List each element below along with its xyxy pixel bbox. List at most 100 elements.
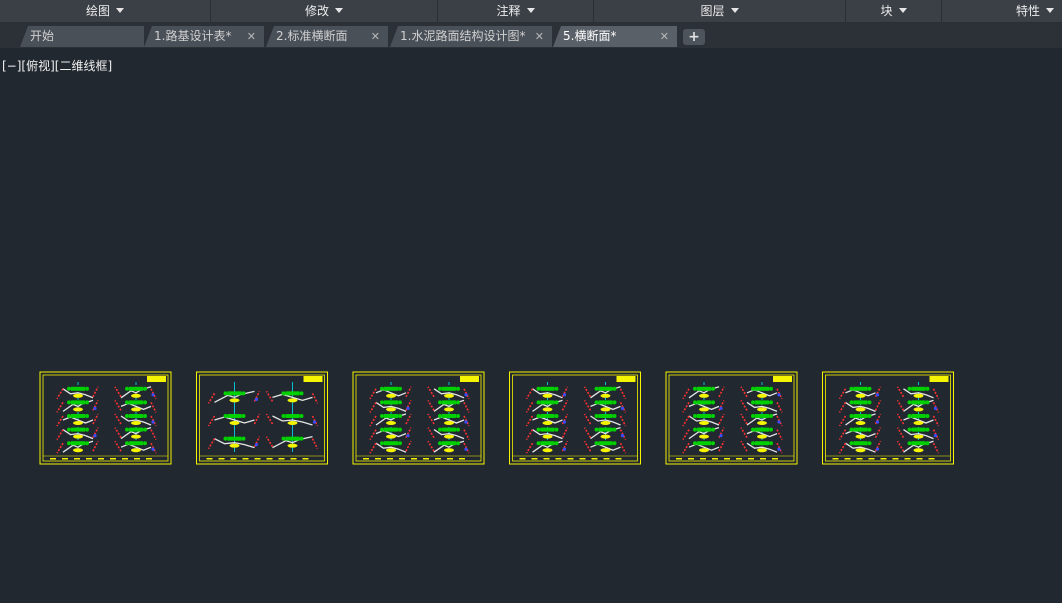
road-fill (907, 427, 912, 432)
slope-line (718, 413, 725, 425)
marker (620, 434, 625, 438)
road-fill (925, 427, 930, 432)
road-fill (769, 441, 773, 446)
slope-line (369, 401, 377, 413)
road-fill (129, 400, 143, 405)
elevation-label (600, 448, 611, 453)
road-fill (540, 441, 555, 446)
title-block-text (459, 458, 465, 460)
road-fill (907, 441, 912, 446)
cross-section-sheet (665, 371, 798, 465)
slope-line (405, 413, 412, 425)
sheet-label-box (303, 376, 323, 382)
road-fill (227, 391, 242, 396)
title-block-text (880, 458, 887, 460)
marker (562, 447, 567, 451)
title-block-text (206, 458, 213, 460)
elevation-label (757, 448, 767, 453)
road-fill (299, 436, 304, 441)
road-fill (925, 441, 930, 446)
title-block-text (688, 458, 694, 460)
title-block-text (567, 458, 574, 460)
slope-line (427, 413, 435, 425)
road-fill (769, 414, 773, 418)
road-fill (71, 386, 85, 391)
road-fill (911, 427, 926, 432)
slope-line (583, 399, 592, 411)
drawing-canvas[interactable] (0, 0, 1062, 603)
elevation-label (699, 407, 709, 412)
elevation-label (600, 393, 611, 398)
title-block-text (399, 458, 405, 460)
road-fill (67, 414, 71, 418)
slope-line (838, 429, 847, 441)
title-block-text (904, 458, 911, 460)
sheet-label-box (773, 376, 792, 382)
title-block-text (423, 458, 429, 460)
slope-line (525, 442, 534, 454)
title-block-text (122, 458, 128, 460)
marker (254, 443, 259, 447)
road-fill (285, 414, 300, 418)
road-fill (697, 414, 711, 418)
road-fill (598, 427, 613, 432)
slope-line (253, 413, 261, 425)
elevation-label (542, 434, 553, 439)
elevation-label (699, 448, 709, 453)
marker (254, 397, 259, 401)
road-fill (71, 400, 85, 405)
title-block-text (98, 458, 104, 460)
slope-line (92, 386, 99, 398)
slope-line (718, 440, 725, 452)
elevation-label (600, 434, 611, 439)
road-fill (536, 427, 541, 432)
road-fill (769, 386, 773, 391)
elevation-label (444, 421, 454, 425)
slope-line (682, 442, 690, 454)
title-block-text (892, 458, 899, 460)
road-fill (536, 441, 541, 446)
road-fill (867, 400, 872, 405)
elevation-label (73, 407, 83, 412)
marker (312, 420, 317, 424)
elevation-label (287, 398, 298, 403)
road-fill (540, 400, 555, 405)
road-fill (849, 414, 854, 418)
cross-section-sheet (352, 371, 485, 465)
marker (933, 434, 938, 438)
elevation-label (73, 448, 83, 453)
slope-line (427, 399, 435, 411)
road-fill (612, 400, 617, 405)
road-fill (751, 400, 755, 405)
cross-section-sheet (822, 371, 954, 465)
road-fill (281, 391, 286, 396)
title-block-text (134, 458, 140, 460)
elevation-label (386, 421, 396, 425)
road-fill (67, 441, 71, 446)
road-fill (612, 386, 617, 391)
road-fill (285, 436, 300, 441)
slope-line (838, 388, 847, 400)
elevation-label (542, 407, 553, 412)
sheet-label-box (460, 376, 479, 382)
slope-line (207, 438, 216, 450)
sheet-inner-frame (668, 374, 795, 462)
elevation-label (229, 421, 240, 425)
road-fill (227, 414, 242, 418)
slope-line (114, 427, 122, 439)
marker (875, 447, 880, 451)
road-fill (693, 400, 697, 405)
title-block-text (772, 458, 778, 460)
slope-line (114, 413, 122, 425)
road-fill (853, 386, 868, 391)
road-fill (598, 386, 613, 391)
road-fill (536, 414, 541, 418)
road-fill (598, 414, 613, 418)
slope-line (405, 386, 412, 398)
elevation-label (131, 407, 141, 412)
road-fill (911, 400, 926, 405)
title-block-text (844, 458, 851, 460)
road-fill (241, 436, 246, 441)
elevation-label (73, 421, 83, 425)
road-fill (693, 441, 697, 446)
